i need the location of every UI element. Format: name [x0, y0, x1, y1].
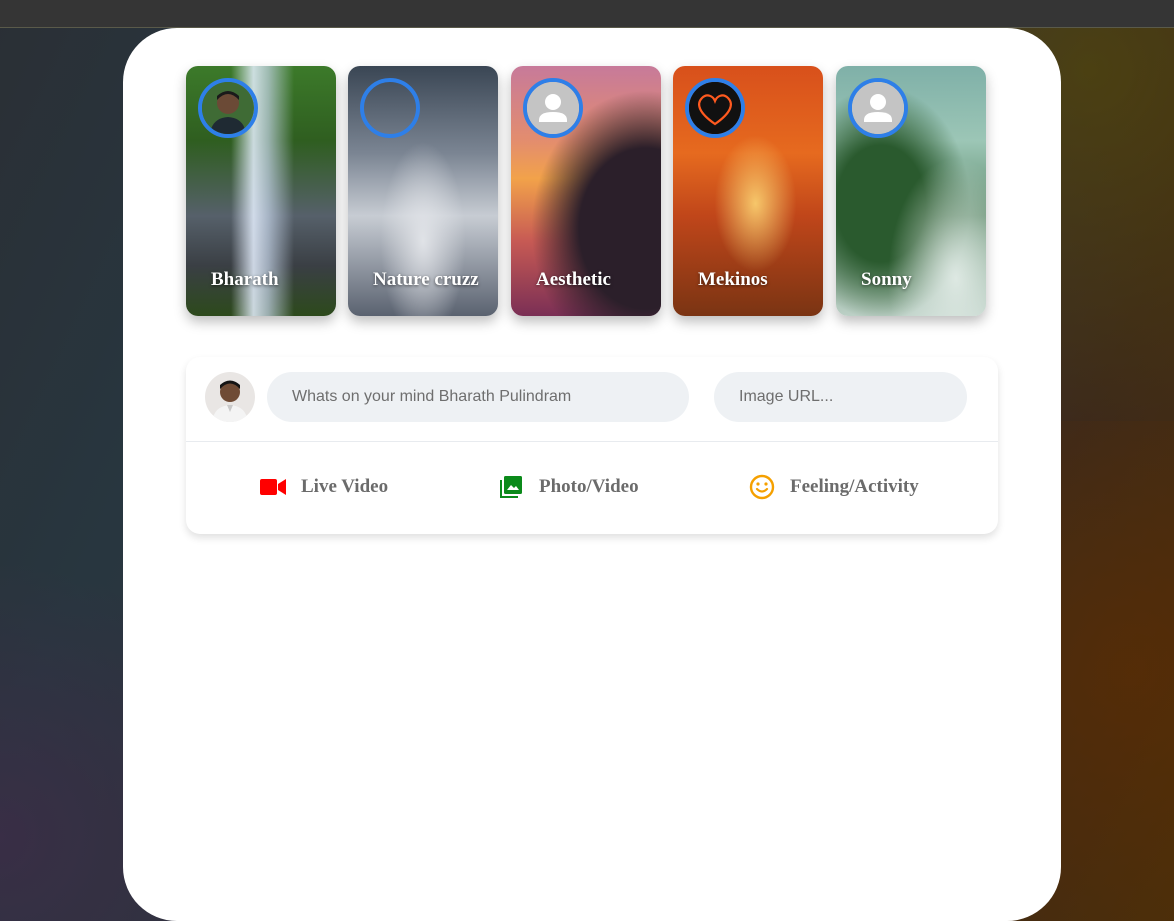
story-avatar: [848, 78, 908, 138]
stories-row: Bharath Nature cruzz Aesthetic Mekinos S…: [186, 66, 986, 316]
feeling-activity-button[interactable]: Feeling/Activity: [748, 467, 919, 507]
story-avatar: [685, 78, 745, 138]
heart-icon: [689, 82, 741, 134]
story-card-bharath[interactable]: Bharath: [186, 66, 336, 316]
story-avatar: [523, 78, 583, 138]
user-avatar-photo-icon: [205, 372, 255, 422]
feeling-activity-label: Feeling/Activity: [790, 476, 919, 497]
story-name: Aesthetic: [536, 269, 611, 290]
profile-photo-icon: [202, 82, 254, 134]
composer-input-row: [186, 357, 998, 442]
story-card-aesthetic[interactable]: Aesthetic: [511, 66, 661, 316]
photo-video-label: Photo/Video: [539, 476, 639, 497]
post-composer: Live Video Photo/Video Feeling/Activity: [186, 357, 998, 534]
post-text-input[interactable]: [267, 372, 689, 422]
image-url-input[interactable]: [714, 372, 967, 422]
story-name: Nature cruzz: [373, 269, 479, 290]
user-avatar[interactable]: [205, 372, 255, 422]
photo-library-icon: [497, 473, 525, 501]
photo-video-button[interactable]: Photo/Video: [497, 467, 639, 507]
story-name: Sonny: [861, 269, 912, 290]
story-name: Mekinos: [698, 269, 768, 290]
browser-top-bar: [0, 0, 1174, 28]
default-person-icon: [852, 82, 904, 134]
video-camera-icon: [259, 473, 287, 501]
story-avatar: [360, 78, 420, 138]
live-video-button[interactable]: Live Video: [259, 467, 388, 507]
story-card-nature-cruzz[interactable]: Nature cruzz: [348, 66, 498, 316]
live-video-label: Live Video: [301, 476, 389, 497]
smiley-icon: [748, 473, 776, 501]
default-person-icon: [527, 82, 579, 134]
story-avatar: [198, 78, 258, 138]
story-card-mekinos[interactable]: Mekinos: [673, 66, 823, 316]
story-name: Bharath: [211, 269, 279, 290]
story-card-sonny[interactable]: Sonny: [836, 66, 986, 316]
